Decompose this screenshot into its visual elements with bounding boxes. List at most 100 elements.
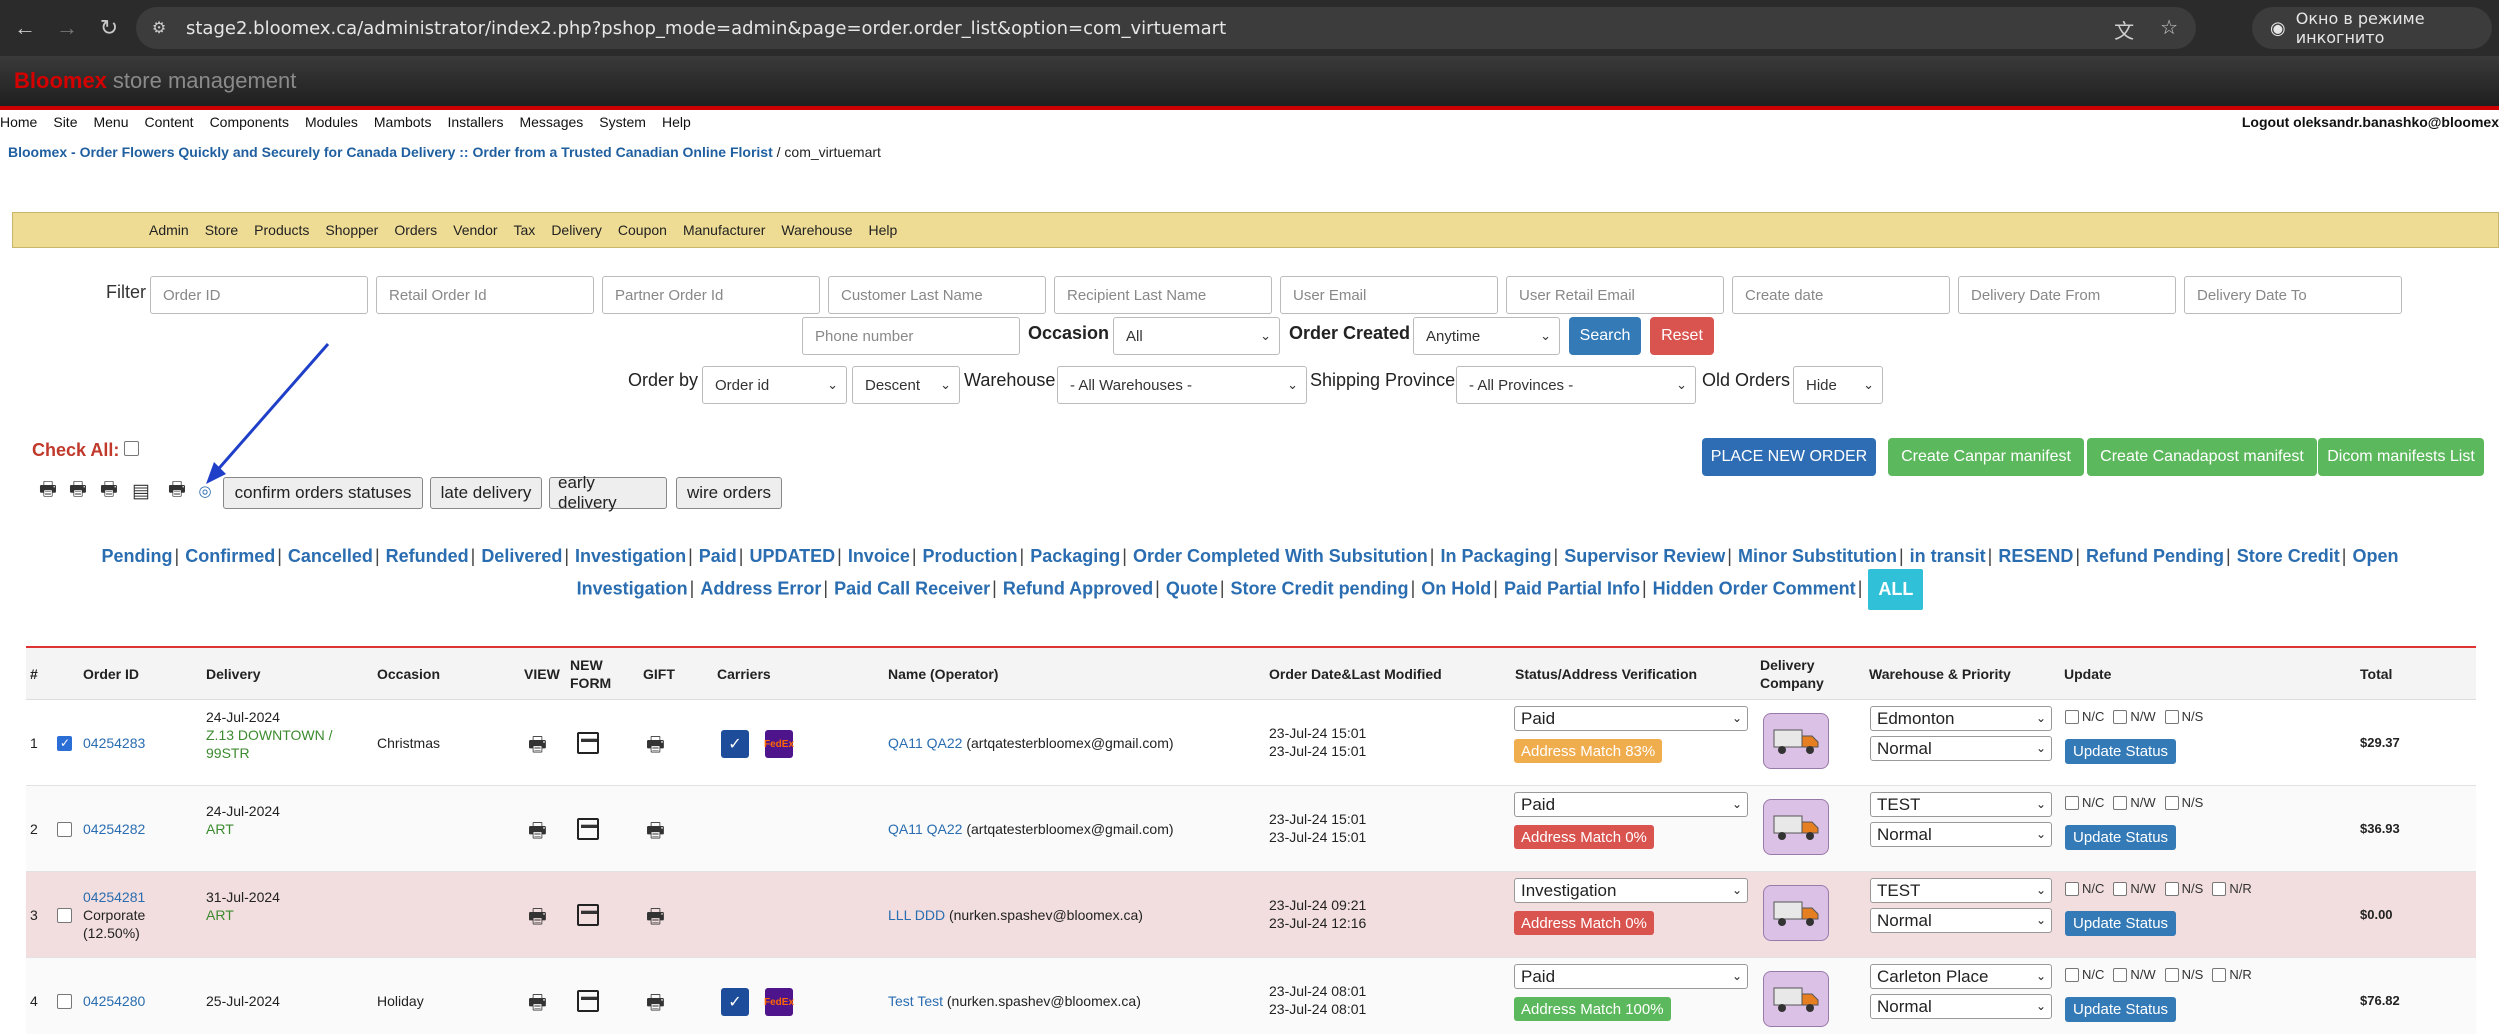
status-link[interactable]: Minor Substitution bbox=[1738, 546, 1897, 566]
gift-print-icon[interactable]: 🖶 bbox=[646, 816, 665, 850]
row-checkbox[interactable] bbox=[57, 736, 72, 751]
flag-checkbox[interactable] bbox=[2164, 967, 2179, 982]
warehouse-select[interactable]: - All Warehouses - ⌄ bbox=[1057, 366, 1307, 404]
menubar-item[interactable]: Site bbox=[53, 114, 77, 136]
printer-icon[interactable]: 🖶 bbox=[37, 479, 59, 502]
flag-checkbox[interactable] bbox=[2065, 881, 2079, 896]
canpar-carrier-icon[interactable]: ✓ bbox=[721, 730, 749, 758]
filter-input[interactable]: Create date bbox=[1732, 276, 1950, 314]
filter-input[interactable]: Delivery Date From bbox=[1958, 276, 2176, 314]
delivery-truck-icon[interactable] bbox=[1763, 971, 1829, 1027]
status-link[interactable]: Supervisor Review bbox=[1564, 546, 1725, 566]
update-status-button[interactable]: Update Status bbox=[2065, 911, 2177, 936]
new-form-icon[interactable]: ▬▬▬▬ bbox=[577, 732, 599, 754]
flag-checkbox[interactable] bbox=[2113, 709, 2128, 724]
flag-checkbox[interactable] bbox=[2065, 967, 2079, 982]
bookmark-star-icon[interactable]: ☆ bbox=[2160, 15, 2178, 44]
incognito-indicator[interactable]: ◉ Окно в режиме инкогнито bbox=[2252, 7, 2492, 49]
status-link[interactable]: Store Credit bbox=[2237, 546, 2340, 566]
store-menu-item[interactable]: Help bbox=[869, 222, 898, 238]
menubar-item[interactable]: Mambots bbox=[374, 114, 432, 136]
filter-input[interactable]: User Email bbox=[1280, 276, 1498, 314]
printer-icon[interactable]: 🖶 bbox=[528, 988, 547, 1022]
flag-checkbox[interactable] bbox=[2113, 967, 2128, 982]
province-select[interactable]: - All Provinces - ⌄ bbox=[1456, 366, 1696, 404]
menubar-item[interactable]: Content bbox=[145, 114, 194, 136]
store-menu-item[interactable]: Products bbox=[254, 222, 309, 238]
status-link[interactable]: Delivered bbox=[481, 546, 562, 566]
customer-name-link[interactable]: Test Test bbox=[888, 993, 943, 1009]
fedex-carrier-icon[interactable]: FedEx bbox=[764, 730, 794, 758]
delivery-truck-icon[interactable] bbox=[1763, 885, 1829, 941]
form-list-icon[interactable]: ▤ bbox=[130, 480, 152, 502]
status-link[interactable]: Address Error bbox=[700, 578, 821, 598]
status-link[interactable]: Store Credit pending bbox=[1231, 578, 1409, 598]
menubar-item[interactable]: Menu bbox=[93, 114, 128, 136]
new-form-icon[interactable]: ▬▬▬▬ bbox=[577, 818, 599, 840]
new-form-icon[interactable]: ▬▬▬▬ bbox=[577, 904, 599, 926]
delivery-truck-icon[interactable] bbox=[1763, 713, 1829, 769]
status-link[interactable]: Paid Partial Info bbox=[1504, 578, 1640, 598]
warehouse-select[interactable]: Carleton Place ⌄ bbox=[1870, 964, 2052, 989]
store-menu-item[interactable]: Tax bbox=[514, 222, 536, 238]
customer-name-link[interactable]: LLL DDD bbox=[888, 907, 945, 923]
canpar-carrier-icon[interactable]: ✓ bbox=[721, 988, 749, 1016]
printer-icon[interactable]: 🖶 bbox=[98, 479, 120, 502]
customer-name-link[interactable]: QA11 QA22 bbox=[888, 821, 962, 837]
store-menu-item[interactable]: Delivery bbox=[551, 222, 602, 238]
export-globe-icon[interactable]: ◎ bbox=[194, 480, 216, 502]
place-new-order-button[interactable]: PLACE NEW ORDER bbox=[1702, 438, 1876, 476]
filter-input[interactable]: Order ID bbox=[150, 276, 368, 314]
store-menu-item[interactable]: Orders bbox=[394, 222, 437, 238]
create-canpar-manifest-button[interactable]: Create Canpar manifest bbox=[1888, 438, 2084, 476]
order-id-link[interactable]: 04254281 bbox=[83, 888, 145, 906]
site-info-icon[interactable]: ⚙ bbox=[142, 11, 176, 45]
priority-select[interactable]: Normal ⌄ bbox=[1870, 736, 2052, 761]
fedex-carrier-icon[interactable]: FedEx bbox=[764, 988, 794, 1016]
status-link[interactable]: Open bbox=[2352, 546, 2398, 566]
status-link[interactable]: RESEND bbox=[1998, 546, 2073, 566]
status-link[interactable]: Invoice bbox=[848, 546, 910, 566]
status-link[interactable]: Paid bbox=[699, 546, 737, 566]
printer-icon[interactable]: 🖶 bbox=[528, 730, 547, 764]
update-status-button[interactable]: Update Status bbox=[2065, 739, 2177, 764]
warehouse-select[interactable]: TEST ⌄ bbox=[1870, 878, 2052, 903]
store-menu-item[interactable]: Manufacturer bbox=[683, 222, 765, 238]
late-delivery-button[interactable]: late delivery bbox=[430, 477, 542, 509]
translate-icon[interactable]: 文 bbox=[2114, 15, 2134, 44]
status-link[interactable]: Hidden Order Comment bbox=[1653, 578, 1856, 598]
status-all-button[interactable]: ALL bbox=[1868, 569, 1924, 610]
search-button[interactable]: Search bbox=[1569, 317, 1641, 355]
filter-input[interactable]: Recipient Last Name bbox=[1054, 276, 1272, 314]
flag-checkbox[interactable] bbox=[2065, 709, 2079, 724]
printer-icon[interactable]: 🖶 bbox=[166, 479, 188, 502]
status-select[interactable]: Paid ⌄ bbox=[1514, 706, 1748, 731]
status-link[interactable]: In Packaging bbox=[1440, 546, 1551, 566]
status-link[interactable]: Refund Pending bbox=[2086, 546, 2224, 566]
forward-icon[interactable]: → bbox=[50, 11, 84, 45]
status-link[interactable]: Pending bbox=[102, 546, 173, 566]
occasion-select[interactable]: All ⌄ bbox=[1113, 317, 1280, 355]
store-menu-item[interactable]: Coupon bbox=[618, 222, 667, 238]
logout-link[interactable]: Logout oleksandr.banashko@bloomex bbox=[2242, 114, 2499, 130]
store-menu-item[interactable]: Vendor bbox=[453, 222, 497, 238]
confirm-orders-statuses-button[interactable]: confirm orders statuses bbox=[223, 477, 423, 509]
status-link[interactable]: Investigation bbox=[577, 578, 688, 598]
order-by-select[interactable]: Order id ⌄ bbox=[702, 366, 847, 404]
status-link[interactable]: Quote bbox=[1166, 578, 1218, 598]
flag-checkbox[interactable] bbox=[2164, 709, 2179, 724]
status-link[interactable]: Refunded bbox=[386, 546, 469, 566]
check-all-checkbox[interactable] bbox=[124, 441, 139, 456]
warehouse-select[interactable]: Edmonton ⌄ bbox=[1870, 706, 2052, 731]
address-bar[interactable]: ⚙ stage2.bloomex.ca/administrator/index2… bbox=[136, 7, 2196, 49]
reload-icon[interactable]: ↻ bbox=[92, 11, 126, 45]
flag-checkbox[interactable] bbox=[2164, 795, 2179, 810]
store-menu-item[interactable]: Shopper bbox=[325, 222, 378, 238]
printer-icon[interactable]: 🖶 bbox=[67, 479, 89, 502]
flag-checkbox[interactable] bbox=[2113, 881, 2128, 896]
status-link[interactable]: Refund Approved bbox=[1003, 578, 1153, 598]
breadcrumb-link[interactable]: Bloomex - Order Flowers Quickly and Secu… bbox=[8, 144, 773, 160]
create-canadapost-manifest-button[interactable]: Create Canadapost manifest bbox=[2087, 438, 2317, 476]
old-orders-select[interactable]: Hide ⌄ bbox=[1793, 366, 1883, 404]
status-link[interactable]: Production bbox=[923, 546, 1018, 566]
